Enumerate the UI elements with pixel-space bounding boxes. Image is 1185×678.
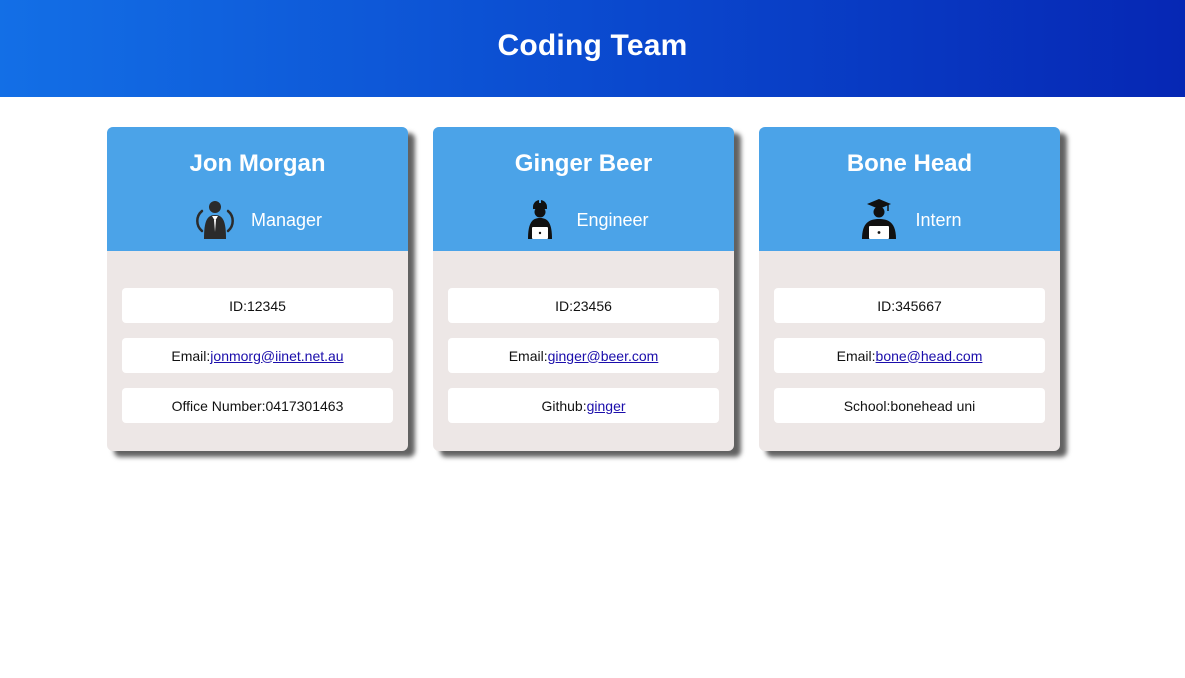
employee-id: ID: 345667 [774,288,1045,323]
intern-icon [857,197,901,241]
page-header: Coding Team [0,0,1185,97]
email-label: Email: [171,347,211,364]
email-link[interactable]: jonmorg@iinet.net.au [210,348,343,364]
role-label: Engineer [576,209,649,230]
email-label: Email: [508,347,548,364]
role-label: Intern [915,209,962,230]
school-label: School: [843,397,891,414]
id-label: ID: [877,297,896,314]
employee-role: Manager [107,197,408,241]
employee-email: Email: bone@head.com [774,338,1045,373]
school-value: bonehead uni [890,397,976,414]
office-number-label: Office Number: [171,397,266,414]
card-header: Jon Morgan Manager [107,127,408,251]
card-header: Ginger Beer Engineer [433,127,734,251]
employee-name: Bone Head [846,150,973,177]
employee-name: Jon Morgan [189,150,326,177]
employee-school: School: bonehead uni [774,388,1045,423]
employee-github: Github: ginger [448,388,719,423]
employee-email: Email: ginger@beer.com [448,338,719,373]
employee-email: Email: jonmorg@iinet.net.au [122,338,393,373]
office-number-value: 0417301463 [265,397,344,414]
email-link[interactable]: ginger@beer.com [548,348,659,364]
email-link[interactable]: bone@head.com [876,348,983,364]
info-list: ID: 12345 Email: jonmorg@iinet.net.au Of… [107,251,408,423]
id-label: ID: [555,297,573,314]
employee-role: Intern [759,197,1060,241]
employee-card-engineer: Ginger Beer Engineer ID: 23456 Email: gi… [433,127,734,451]
employee-role: Engineer [433,197,734,241]
id-value: 12345 [246,297,286,314]
employee-name: Ginger Beer [514,150,653,177]
id-value: 23456 [572,297,612,314]
employee-id: ID: 12345 [122,288,393,323]
id-value: 345667 [895,297,942,314]
employee-card-manager: Jon Morgan Manager ID: 12345 Email: jonm… [107,127,408,451]
page-title: Coding Team [497,28,688,62]
card-header: Bone Head Intern [759,127,1060,251]
manager-icon [193,197,237,241]
info-list: ID: 345667 Email: bone@head.com School: b… [759,251,1060,423]
employee-card-intern: Bone Head Intern ID: 345667 Email: bone@h… [759,127,1060,451]
role-label: Manager [250,209,323,230]
id-label: ID: [229,297,247,314]
github-label: Github: [541,397,587,414]
engineer-icon [518,197,562,241]
employee-id: ID: 23456 [448,288,719,323]
email-label: Email: [836,347,876,364]
info-list: ID: 23456 Email: ginger@beer.com Github:… [433,251,734,423]
github-link[interactable]: ginger [587,398,626,414]
employee-office-number: Office Number: 0417301463 [122,388,393,423]
